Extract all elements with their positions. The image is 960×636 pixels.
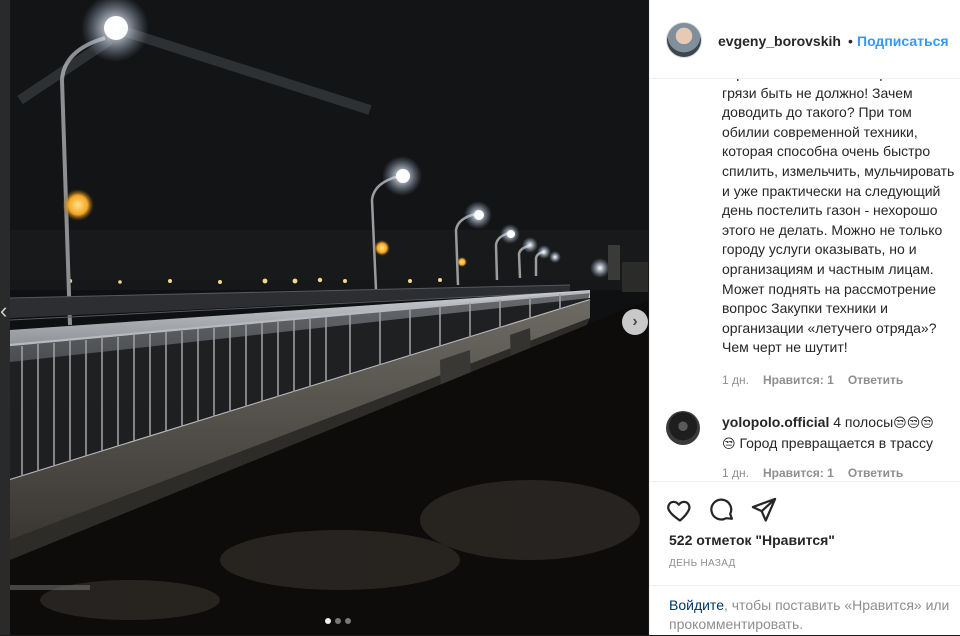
comment-meta: 1 дн. Нравится: 1 Ответить <box>722 373 903 387</box>
emoji-unamused-icon: 😒 <box>722 436 736 452</box>
login-link[interactable]: Войдите <box>669 597 724 613</box>
chevron-right-icon: › <box>632 313 638 330</box>
comment-icon[interactable] <box>708 496 736 524</box>
post-photo: › <box>10 0 648 635</box>
avatar[interactable] <box>666 411 700 445</box>
emoji-unamused-icon: 😒😒😒 <box>893 416 934 431</box>
reply-button[interactable]: Ответить <box>848 466 903 480</box>
comment-meta: 1 дн. Нравится: 1 Ответить <box>722 466 903 480</box>
separator-dot: • <box>848 33 853 49</box>
login-prompt: Войдите, чтобы поставить «Нравится» или … <box>650 585 960 636</box>
carousel-dot <box>345 618 351 624</box>
chevron-left-icon[interactable]: ‹ <box>0 296 10 326</box>
bridge-night-photo <box>10 0 648 635</box>
comment-likes[interactable]: Нравится: 1 <box>763 466 834 480</box>
follow-button[interactable]: Подписаться <box>857 33 949 49</box>
post-header: evgeny_borovskih • Подписаться <box>650 0 960 79</box>
author-username[interactable]: evgeny_borovskih <box>718 33 841 49</box>
reply-button[interactable]: Ответить <box>848 373 903 387</box>
avatar[interactable] <box>666 22 702 58</box>
carousel-indicator <box>325 618 351 624</box>
comment-time[interactable]: 1 дн. <box>722 373 749 387</box>
next-slide-button[interactable]: › <box>622 309 648 335</box>
post-actions: 522 отметок "Нравится" ДЕНЬ НАЗАД <box>650 481 960 586</box>
carousel-dot <box>335 618 341 624</box>
share-icon[interactable] <box>750 496 778 524</box>
comment-text: заросли и чистим... А зарослей и грязи б… <box>722 78 955 356</box>
heart-icon[interactable] <box>666 496 694 524</box>
comment-time[interactable]: 1 дн. <box>722 466 749 480</box>
comment-username[interactable]: yolopolo.official <box>722 414 829 430</box>
comment-text: yolopolo.official 4 полосы😒😒😒 😒 Город пр… <box>722 413 958 454</box>
comments-list[interactable]: заросли и чистим... А зарослей и грязи б… <box>650 78 960 481</box>
login-text: Войдите, чтобы поставить «Нравится» или … <box>669 596 960 634</box>
likes-count[interactable]: 522 отметок "Нравится" <box>669 532 835 548</box>
comment-likes[interactable]: Нравится: 1 <box>763 373 834 387</box>
comment-body: Город превращается в трассу <box>739 434 934 451</box>
comment-body: 4 полосы <box>833 414 894 430</box>
post-side-panel: evgeny_borovskih • Подписаться заросли и… <box>649 0 960 635</box>
carousel-dot <box>325 618 331 624</box>
post-date[interactable]: ДЕНЬ НАЗАД <box>669 558 736 569</box>
